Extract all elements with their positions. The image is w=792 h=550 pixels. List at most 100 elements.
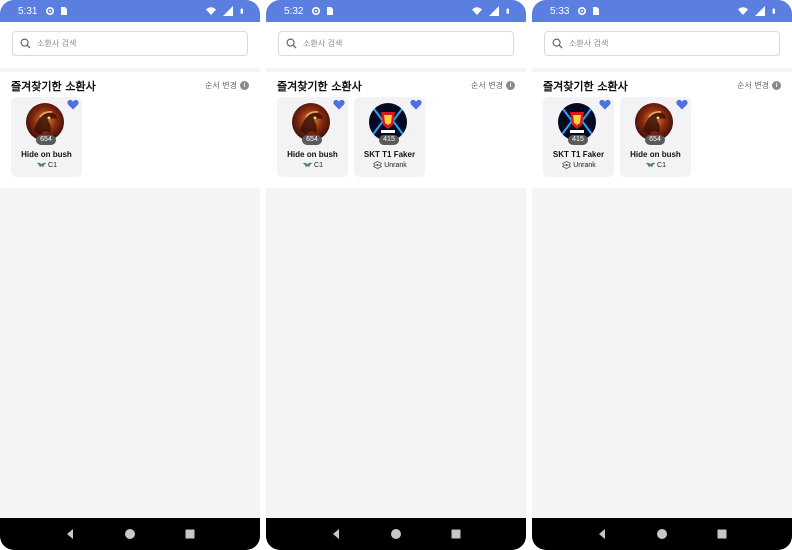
status-icons <box>206 6 250 16</box>
challenger-emblem-icon <box>645 162 656 168</box>
search-icon <box>552 38 563 49</box>
unranked-emblem-icon <box>562 161 572 169</box>
summoner-tier-label: C1 <box>314 161 323 169</box>
summoner-name: SKT T1 Faker <box>363 150 416 159</box>
recents-icon[interactable] <box>184 528 196 540</box>
gear-icon <box>312 6 321 16</box>
summoner-name: SKT T1 Faker <box>552 150 605 159</box>
status-bar: 5:32 <box>266 0 526 22</box>
favorite-heart-icon[interactable] <box>67 99 79 110</box>
nav-back-button[interactable] <box>63 527 77 541</box>
summoner-level-badge: 415 <box>379 135 399 145</box>
summoner-card[interactable]: 415 SKT T1 Faker Unrank <box>543 97 614 177</box>
summoner-tier-label: C1 <box>657 161 666 169</box>
challenger-emblem-icon <box>36 162 47 168</box>
summoner-tier: Unrank <box>354 161 425 169</box>
summoner-card[interactable]: 654 Hide on bush C1 <box>11 97 82 177</box>
summoner-level-badge: 654 <box>36 135 56 145</box>
nav-recents-button[interactable] <box>183 527 197 541</box>
search-area: 소환사 검색 <box>0 22 260 68</box>
android-nav-bar <box>266 518 526 550</box>
status-time: 5:33 <box>550 5 570 17</box>
summoner-card[interactable]: 415 SKT T1 Faker Unrank <box>354 97 425 177</box>
favorite-heart-icon[interactable] <box>676 99 688 110</box>
home-icon[interactable] <box>124 528 136 540</box>
nav-recents-button[interactable] <box>715 527 729 541</box>
summoner-tier: C1 <box>620 161 691 169</box>
gear-icon <box>46 6 55 16</box>
status-time: 5:32 <box>284 5 304 17</box>
battery-icon <box>772 8 775 14</box>
search-icon <box>20 38 31 49</box>
reorder-label: 순서 변경 <box>737 81 769 90</box>
nav-home-button[interactable] <box>123 527 137 541</box>
sim-card-icon <box>61 7 68 15</box>
favorites-section: 즐겨찾기한 소환사 순서 변경 i 654 Hide on bush C1 <box>0 72 260 188</box>
phone-screen-1: 5:31 소환사 검색즐겨찾기한 소환사 순서 변경 i 654 Hide on bush… <box>0 0 260 550</box>
search-area: 소환사 검색 <box>532 22 792 68</box>
android-nav-bar <box>0 518 260 550</box>
reorder-button[interactable]: 순서 변경 i <box>205 80 249 91</box>
search-placeholder: 소환사 검색 <box>37 39 77 48</box>
info-icon[interactable]: i <box>772 81 781 90</box>
summoner-card[interactable]: 654 Hide on bush C1 <box>277 97 348 177</box>
summoner-search-input[interactable]: 소환사 검색 <box>544 31 780 56</box>
search-area: 소환사 검색 <box>266 22 526 68</box>
challenger-emblem-icon <box>302 162 313 168</box>
search-placeholder: 소환사 검색 <box>303 39 343 48</box>
status-icons <box>472 6 516 16</box>
reorder-label: 순서 변경 <box>471 81 503 90</box>
favorites-section: 즐겨찾기한 소환사 순서 변경 i 654 Hide on bush C1 415 SKT T… <box>266 72 526 188</box>
signal-icon <box>223 6 233 16</box>
home-icon[interactable] <box>390 528 402 540</box>
reorder-button[interactable]: 순서 변경 i <box>737 80 781 91</box>
summoner-name: Hide on bush <box>630 150 681 159</box>
summoner-tier-label: C1 <box>48 161 57 169</box>
battery-icon <box>240 8 243 14</box>
signal-icon <box>489 6 499 16</box>
status-bar: 5:31 <box>0 0 260 22</box>
phone-screen-2: 5:32 소환사 검색즐겨찾기한 소환사 순서 변경 i 654 Hide on bush… <box>266 0 526 550</box>
android-nav-bar <box>532 518 792 550</box>
wifi-icon <box>472 7 482 15</box>
sim-card-icon <box>593 7 600 15</box>
favorites-title: 즐겨찾기한 소환사 <box>11 80 96 93</box>
battery-icon <box>506 8 509 14</box>
summoner-tier: Unrank <box>543 161 614 169</box>
favorite-heart-icon[interactable] <box>599 99 611 110</box>
favorites-title: 즐겨찾기한 소환사 <box>277 80 362 93</box>
summoner-tier: C1 <box>277 161 348 169</box>
back-icon[interactable] <box>64 528 76 540</box>
search-placeholder: 소환사 검색 <box>569 39 609 48</box>
info-icon[interactable]: i <box>240 81 249 90</box>
summoner-name: Hide on bush <box>287 150 338 159</box>
favorite-heart-icon[interactable] <box>333 99 345 110</box>
summoner-level-badge: 654 <box>302 135 322 145</box>
back-icon[interactable] <box>330 528 342 540</box>
phone-screen-3: 5:33 소환사 검색 즐겨찾기한 소환사 순서 변경 i 415 SKT T1 Faker… <box>532 0 792 550</box>
home-icon[interactable] <box>656 528 668 540</box>
nav-back-button[interactable] <box>329 527 343 541</box>
summoner-tier-label: Unrank <box>573 161 596 169</box>
reorder-button[interactable]: 순서 변경 i <box>471 80 515 91</box>
sim-card-icon <box>327 7 334 15</box>
nav-back-button[interactable] <box>595 527 609 541</box>
summoner-search-input[interactable]: 소환사 검색 <box>12 31 248 56</box>
summoner-search-input[interactable]: 소환사 검색 <box>278 31 514 56</box>
favorite-heart-icon[interactable] <box>410 99 422 110</box>
recents-icon[interactable] <box>716 528 728 540</box>
recents-icon[interactable] <box>450 528 462 540</box>
back-icon[interactable] <box>596 528 608 540</box>
info-icon[interactable]: i <box>506 81 515 90</box>
summoner-card[interactable]: 654 Hide on bush C1 <box>620 97 691 177</box>
summoner-name: Hide on bush <box>21 150 72 159</box>
wifi-icon <box>738 7 748 15</box>
favorites-section: 즐겨찾기한 소환사 순서 변경 i 415 SKT T1 Faker Unrank 654 H… <box>532 72 792 188</box>
status-icons <box>738 6 782 16</box>
nav-home-button[interactable] <box>655 527 669 541</box>
nav-home-button[interactable] <box>389 527 403 541</box>
unranked-emblem-icon <box>373 161 383 169</box>
signal-icon <box>755 6 765 16</box>
nav-recents-button[interactable] <box>449 527 463 541</box>
screens-stage: 5:31 소환사 검색 즐겨찾기한 소환사 순서 변경 i 654 Hide on bush… <box>0 0 792 550</box>
